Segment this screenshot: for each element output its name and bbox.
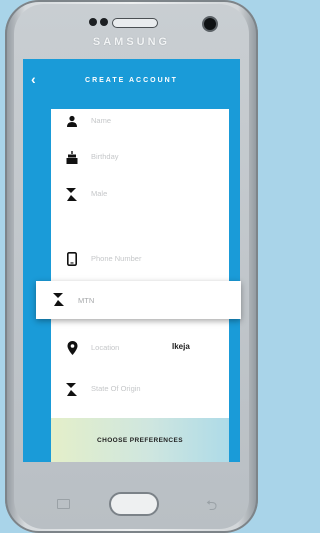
gender-field[interactable]: Male [51, 182, 229, 206]
birthday-label: Birthday [91, 152, 119, 161]
phone-number-field[interactable]: Phone Number [51, 247, 229, 271]
birthday-field[interactable]: Birthday [51, 145, 229, 169]
location-field[interactable]: Location Ikeja [51, 336, 229, 360]
sensor-dot [89, 18, 97, 26]
location-pin-icon [65, 341, 79, 355]
page-title: CREATE ACCOUNT [85, 77, 178, 84]
sensor-dot [100, 18, 108, 26]
gender-icon [65, 187, 79, 201]
phone-number-label: Phone Number [91, 254, 142, 263]
state-of-origin-field[interactable]: State Of Origin [51, 377, 229, 401]
choose-preferences-button[interactable]: CHOOSE PREFERENCES [51, 418, 229, 462]
earpiece-speaker [112, 18, 158, 28]
location-label: Location [91, 343, 120, 352]
gender-label: Male [91, 189, 108, 198]
state-of-origin-label: State Of Origin [91, 384, 141, 393]
hourglass-icon [53, 293, 67, 307]
person-icon [65, 114, 79, 128]
front-camera [202, 16, 218, 32]
recent-apps-key[interactable] [57, 499, 70, 509]
app-screen: ‹ CREATE ACCOUNT Name Birthday Male Phon… [23, 59, 241, 462]
location-value: Ikeja [172, 342, 190, 351]
birthday-cake-icon [65, 150, 79, 164]
home-button[interactable] [109, 492, 159, 516]
name-label: Name [91, 116, 112, 125]
network-dropdown[interactable]: MTN [36, 281, 241, 319]
name-field[interactable]: Name [51, 109, 229, 133]
hourglass-icon [65, 382, 79, 396]
brand-logo: SAMSUNG [92, 36, 171, 48]
network-label: MTN [78, 296, 95, 305]
phone-icon [65, 252, 79, 266]
back-key-icon[interactable]: ⮌ [206, 495, 217, 519]
